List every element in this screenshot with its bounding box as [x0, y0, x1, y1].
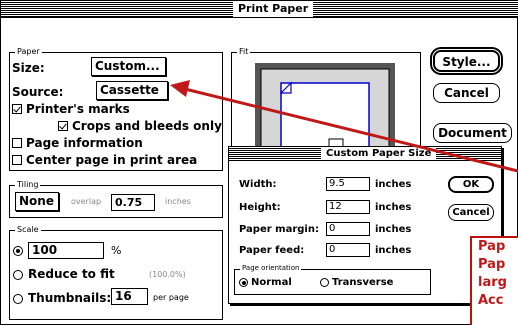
overlap-field[interactable]: 0.75 [111, 194, 155, 211]
overlap-label: overlap [71, 197, 102, 206]
reduce-to-fit-label: Reduce to fit [28, 267, 115, 281]
page-outline [280, 82, 370, 155]
window-title: Print Paper [233, 1, 314, 17]
source-label: Source: [12, 85, 64, 99]
height-label: Height: [239, 202, 281, 213]
orientation-normal-label: Normal [251, 277, 292, 288]
thumbnails-radio[interactable] [13, 294, 23, 304]
thumbnails-label: Thumbnails: [28, 291, 112, 305]
paper-feed-unit: inches [375, 245, 412, 256]
paper-feed-field[interactable]: 0 [326, 243, 370, 257]
paper-margin-unit: inches [375, 224, 412, 235]
page-information-label: Page information [26, 136, 143, 150]
page-information-checkbox[interactable] [12, 138, 22, 148]
thumbnails-unit: per page [153, 293, 189, 302]
overlap-unit: inches [165, 197, 191, 206]
annotation-line-1: Pap [478, 239, 506, 254]
tiling-mode-popup[interactable]: None [15, 192, 59, 211]
height-unit: inches [375, 202, 412, 213]
paper-margin-field[interactable]: 0 [326, 222, 370, 236]
printers-marks-label: Printer's marks [26, 102, 130, 116]
paper-feed-label: Paper feed: [239, 245, 305, 256]
annotation-line-2: Pap [478, 257, 506, 272]
center-page-checkbox[interactable] [12, 155, 22, 165]
dialog-title-bar[interactable]: Custom Paper Size [229, 147, 501, 161]
annotation-note: Pap Pap larg Acc [470, 236, 518, 325]
dialog-cancel-button[interactable]: Cancel [448, 204, 494, 221]
annotation-line-4: Acc [478, 293, 504, 308]
center-page-label: Center page in print area [26, 153, 198, 167]
orientation-transverse-label: Transverse [332, 277, 394, 288]
annotation-line-3: larg [478, 275, 507, 290]
scale-percent-radio[interactable] [13, 246, 23, 256]
paper-group-label: Paper [15, 46, 42, 57]
height-field[interactable]: 12 [326, 200, 370, 214]
crops-bleeds-label: Crops and bleeds only [72, 119, 222, 133]
paper-margin-label: Paper margin: [239, 224, 319, 235]
size-popup[interactable]: Custom... [91, 57, 166, 76]
style-button[interactable]: Style... [433, 50, 500, 72]
fit-preview [255, 63, 395, 155]
page-orientation-label: Page orientation [240, 263, 302, 274]
scale-group-label: Scale [15, 224, 41, 235]
dialog-ok-button[interactable]: OK [448, 176, 494, 193]
tiling-group-label: Tiling [15, 179, 41, 190]
crops-bleeds-checkbox[interactable] [58, 121, 68, 131]
width-unit: inches [375, 179, 412, 190]
fit-group-label: Fit [237, 46, 251, 57]
dialog-title: Custom Paper Size [321, 147, 437, 160]
printers-marks-checkbox[interactable] [12, 104, 22, 114]
custom-paper-size-dialog: Custom Paper Size Width: 9.5 inches Heig… [228, 146, 502, 304]
reduce-to-fit-value: (100.0%) [149, 270, 186, 279]
scale-percent-unit: % [111, 244, 122, 257]
cancel-button[interactable]: Cancel [433, 83, 500, 103]
scale-percent-field[interactable]: 100 [28, 242, 104, 259]
orientation-normal-radio[interactable] [239, 278, 248, 287]
document-button[interactable]: Document [433, 123, 512, 143]
thumbnails-field[interactable]: 16 [111, 288, 148, 305]
orientation-transverse-radio[interactable] [320, 278, 329, 287]
width-label: Width: [239, 179, 277, 190]
size-label: Size: [12, 61, 45, 75]
width-field[interactable]: 9.5 [326, 177, 370, 191]
source-popup[interactable]: Cassette [96, 81, 168, 100]
window-title-bar[interactable]: Print Paper [1, 1, 518, 18]
reduce-to-fit-radio[interactable] [13, 270, 23, 280]
